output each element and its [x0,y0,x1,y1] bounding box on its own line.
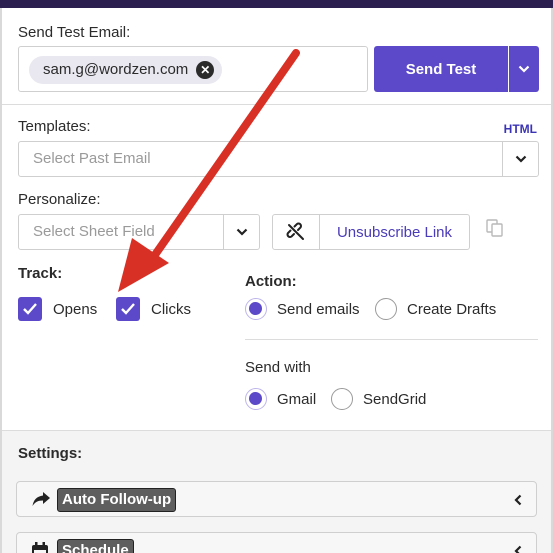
accordion-schedule[interactable]: Schedule [16,532,537,553]
section-divider [2,104,551,105]
track-label: Track: [18,265,63,282]
calendar-icon [31,542,49,553]
email-chip: sam.g@wordzen.com ✕ [29,56,223,84]
accordion-auto-follow-up[interactable]: Auto Follow-up [16,481,537,517]
templates-caret [502,142,538,176]
send-options-dropdown[interactable] [509,46,539,92]
accordion-label: Auto Follow-up [57,488,177,512]
clicks-checkbox[interactable] [116,297,140,321]
unlink-icon [286,222,304,240]
accordion-label: Schedule [57,539,134,553]
send-emails-label: Send emails [277,301,360,318]
unsubscribe-link-button[interactable]: Unsubscribe Link [319,214,470,250]
sendgrid-radio[interactable] [331,388,353,410]
opens-checkbox[interactable] [18,297,42,321]
chevron-left-icon [514,493,522,511]
action-divider [245,339,538,340]
chevron-down-icon [515,155,526,163]
share-arrow-icon [31,491,51,512]
templates-placeholder: Select Past Email [33,150,151,167]
chevron-down-icon [518,65,530,73]
gmail-radio[interactable] [245,388,267,410]
copy-icon[interactable] [486,219,504,242]
send-emails-radio[interactable] [245,298,267,320]
email-chip-text: sam.g@wordzen.com [43,61,189,78]
header-bar [0,0,553,8]
link-toggle-button[interactable] [272,214,320,250]
personalize-placeholder: Select Sheet Field [33,223,155,240]
personalize-select[interactable]: Select Sheet Field [18,214,260,250]
chevron-left-icon [514,544,522,553]
templates-label: Templates: [18,118,91,135]
personalize-caret [223,215,259,249]
create-drafts-radio[interactable] [375,298,397,320]
action-label: Action: [245,273,297,290]
gmail-label: Gmail [277,391,317,408]
templates-select[interactable]: Select Past Email [18,141,539,177]
test-email-field[interactable]: sam.g@wordzen.com ✕ [18,46,368,92]
html-link[interactable]: HTML [504,122,537,136]
clicks-label: Clicks [151,301,191,318]
sendgrid-label: SendGrid [363,391,427,408]
remove-chip-icon[interactable]: ✕ [196,61,215,79]
checkmark-icon [23,303,37,315]
personalize-label: Personalize: [18,191,101,208]
create-drafts-label: Create Drafts [407,301,497,318]
opens-label: Opens [53,301,98,318]
send-test-label: Send Test Email: [18,24,131,41]
send-test-button[interactable]: Send Test [374,46,508,92]
send-with-label: Send with [245,359,311,376]
chevron-down-icon [236,228,247,236]
settings-label: Settings: [18,445,83,462]
checkmark-icon [121,303,135,315]
